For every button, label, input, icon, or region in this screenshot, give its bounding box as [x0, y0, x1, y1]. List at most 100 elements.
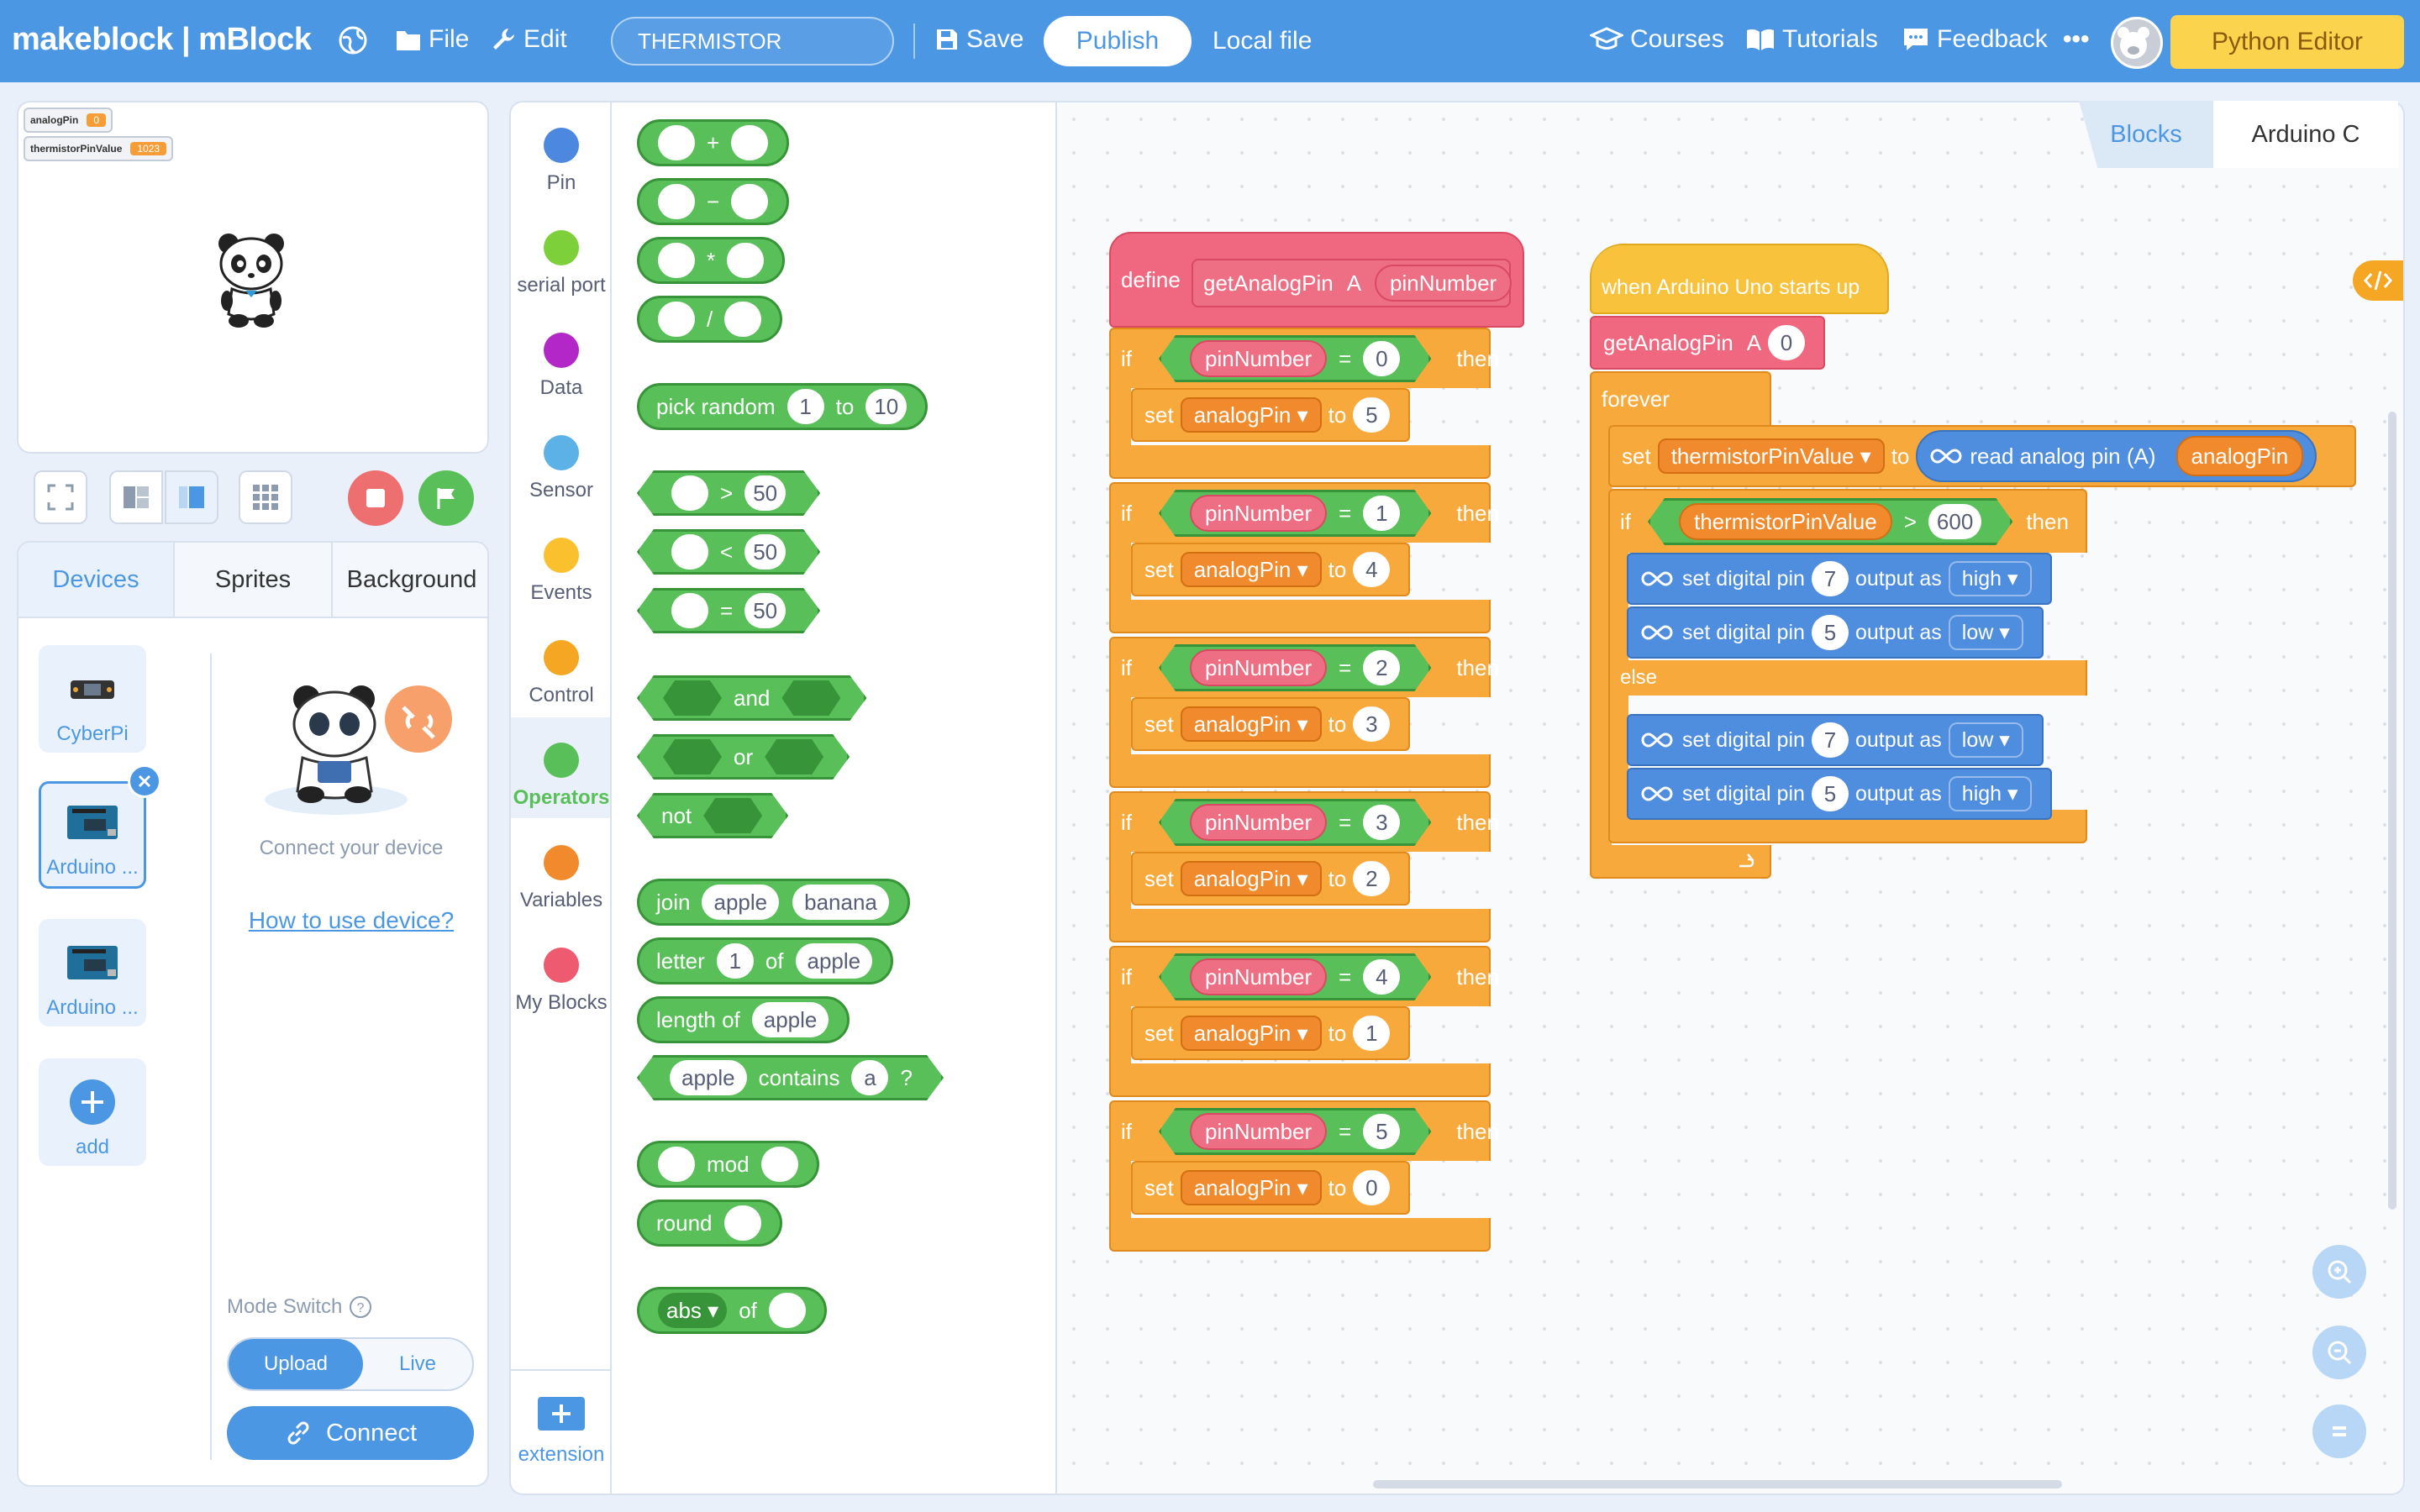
project-name-input[interactable]: THERMISTOR [611, 17, 894, 66]
hat-block[interactable]: when Arduino Uno starts up [1590, 244, 1889, 314]
define-block[interactable]: define getAnalogPin A pinNumber [1109, 232, 1524, 328]
text-slot[interactable]: banana [792, 885, 889, 920]
vertical-scrollbar[interactable] [2388, 412, 2396, 1210]
grid-view-button[interactable] [239, 470, 292, 524]
avatar[interactable] [2111, 17, 2163, 69]
horizontal-scrollbar[interactable] [1373, 1480, 2062, 1488]
number-slot[interactable]: 1 [1353, 1016, 1391, 1051]
number-slot[interactable]: 1 [716, 943, 754, 979]
how-to-use-link[interactable]: How to use device? [212, 907, 487, 934]
set-analogpin-block[interactable]: set analogPin ▾ to 3 [1131, 697, 1411, 751]
number-slot[interactable]: 50 [744, 475, 786, 511]
variable-dropdown[interactable]: analogPin ▾ [1180, 861, 1322, 896]
edit-menu[interactable]: Edit [490, 25, 567, 54]
number-slot[interactable]: 3 [1353, 706, 1391, 742]
number-slot[interactable]: 0 [1363, 341, 1400, 376]
number-slot[interactable]: 7 [1811, 561, 1849, 596]
variable-dropdown[interactable]: analogPin ▾ [1180, 552, 1322, 587]
variable-dropdown[interactable]: analogPin ▾ [1180, 397, 1322, 433]
block-mod[interactable]: mod [637, 1141, 819, 1188]
variable-reporter[interactable]: analogPin [2175, 436, 2304, 476]
python-editor-button[interactable]: Python Editor [2170, 15, 2404, 69]
block-pick-random[interactable]: pick random 1 to 10 [637, 383, 929, 430]
block-subtract[interactable]: − [637, 178, 790, 225]
level-dropdown[interactable]: low ▾ [1948, 722, 2023, 758]
category-control[interactable]: Control [511, 640, 612, 707]
tutorials-link[interactable]: Tutorials [1745, 25, 1878, 54]
category-operators[interactable]: Operators [511, 717, 612, 818]
level-dropdown[interactable]: high ▾ [1948, 776, 2032, 811]
block-divide[interactable]: / [637, 296, 783, 343]
number-slot[interactable]: 50 [744, 534, 786, 570]
read-analog-pin-reporter[interactable]: read analog pin (A) analogPin [1916, 430, 2317, 482]
help-icon[interactable]: ? [349, 1295, 372, 1319]
if-block[interactable]: if pinNumber = 3 then [1109, 791, 1499, 852]
small-stage-button[interactable] [109, 470, 163, 524]
call-getanalogpin-block[interactable]: getAnalogPin A 0 [1590, 316, 1826, 370]
variable-reporter[interactable]: thermistorPinValue [1679, 503, 1892, 540]
variable-dropdown[interactable]: analogPin ▾ [1180, 1170, 1322, 1205]
block-or[interactable]: or [637, 734, 850, 780]
more-menu[interactable]: ••• [2063, 25, 2090, 54]
number-slot[interactable]: 50 [744, 593, 786, 628]
number-slot[interactable]: 5 [1811, 615, 1849, 650]
set-analogpin-block[interactable]: set analogPin ▾ to 4 [1131, 543, 1411, 596]
condition-equals[interactable]: pinNumber = 4 [1159, 953, 1431, 1000]
number-slot[interactable]: 1 [1363, 496, 1400, 531]
forever-block[interactable]: forever [1590, 371, 1771, 425]
condition-equals[interactable]: pinNumber = 1 [1159, 490, 1431, 537]
if-block[interactable]: if pinNumber = 1 then [1109, 482, 1499, 543]
level-dropdown[interactable]: low ▾ [1948, 615, 2023, 650]
set-analogpin-block[interactable]: set analogPin ▾ to 5 [1131, 388, 1411, 442]
category-variables[interactable]: Variables [511, 845, 612, 912]
block-not[interactable]: not [637, 793, 788, 838]
number-slot[interactable]: 7 [1811, 722, 1849, 758]
number-slot[interactable]: 0 [1353, 1170, 1391, 1205]
if-block[interactable]: if pinNumber = 0 then [1109, 328, 1499, 388]
block-contains[interactable]: apple contains a? [637, 1055, 944, 1100]
block-letter-of[interactable]: letter 1 of apple [637, 937, 894, 984]
device-cyberpi[interactable]: CyberPi [39, 645, 146, 753]
set-thermistor-block[interactable]: set thermistorPinValue ▾ to read analog … [1608, 425, 2356, 487]
publish-button[interactable]: Publish [1044, 16, 1192, 66]
local-file-button[interactable]: Local file [1213, 27, 1312, 55]
feedback-link[interactable]: Feedback [1902, 25, 2048, 54]
condition-equals[interactable]: pinNumber = 2 [1159, 644, 1431, 691]
number-slot[interactable]: 5 [1363, 1114, 1400, 1149]
block-equals[interactable]: = 50 [637, 588, 820, 633]
block-multiply[interactable]: * [637, 237, 786, 284]
text-slot[interactable]: apple [795, 943, 873, 979]
block-add[interactable]: + [637, 119, 790, 166]
zoom-out-button[interactable] [2312, 1326, 2366, 1379]
if-block[interactable]: if pinNumber = 2 then [1109, 637, 1499, 697]
param-pinnumber[interactable]: pinNumber [1375, 265, 1512, 302]
block-join[interactable]: join apple banana [637, 879, 910, 926]
param-pinnumber[interactable]: pinNumber [1190, 649, 1327, 686]
set-digital-pin-block[interactable]: set digital pin 5 output as high ▾ [1627, 768, 2052, 820]
set-analogpin-block[interactable]: set analogPin ▾ to 1 [1131, 1006, 1411, 1060]
tab-arduino-c[interactable]: Arduino C [2213, 101, 2398, 168]
level-dropdown[interactable]: high ▾ [1948, 561, 2032, 596]
device-arduino-2[interactable]: Arduino ... [39, 919, 146, 1026]
block-length-of[interactable]: length of apple [637, 996, 850, 1043]
device-arduino-selected[interactable]: Arduino ... [39, 781, 146, 889]
category-events[interactable]: Events [511, 538, 612, 605]
function-dropdown[interactable]: abs ▾ [658, 1293, 728, 1328]
param-pinnumber[interactable]: pinNumber [1190, 340, 1327, 377]
condition-equals[interactable]: pinNumber = 3 [1159, 799, 1431, 846]
condition-equals[interactable]: pinNumber = 0 [1159, 335, 1431, 382]
param-pinnumber[interactable]: pinNumber [1190, 958, 1327, 995]
set-analogpin-block[interactable]: set analogPin ▾ to 0 [1131, 1161, 1411, 1215]
remove-device-button[interactable] [128, 764, 161, 798]
tab-sprites[interactable]: Sprites [175, 543, 333, 618]
save-button[interactable]: Save [934, 25, 1023, 54]
number-slot[interactable]: 5 [1811, 776, 1849, 811]
upload-mode-button[interactable]: Upload [229, 1339, 363, 1389]
param-pinnumber[interactable]: pinNumber [1190, 804, 1327, 841]
tab-background[interactable]: Background [333, 543, 487, 618]
param-pinnumber[interactable]: pinNumber [1190, 495, 1327, 532]
text-slot[interactable]: apple [751, 1002, 829, 1037]
text-slot[interactable]: apple [670, 1060, 747, 1095]
number-slot[interactable]: 4 [1353, 552, 1391, 587]
add-device-button[interactable]: add [39, 1058, 146, 1166]
